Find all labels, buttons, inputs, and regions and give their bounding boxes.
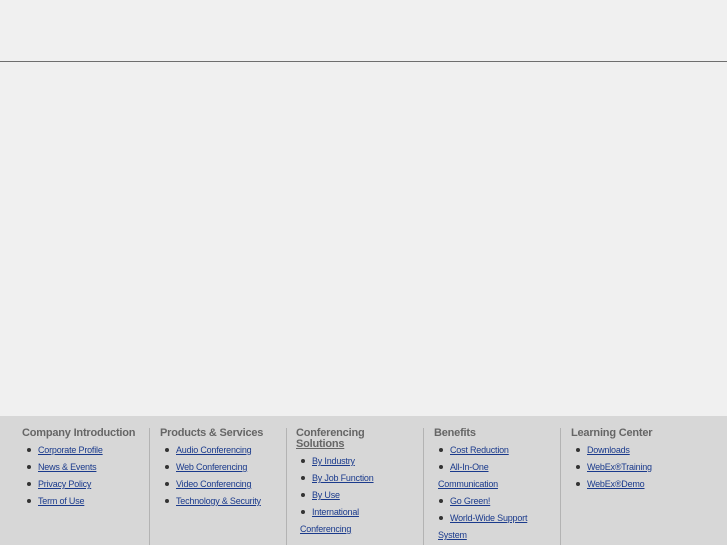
list-item: WebEx®Training [571, 459, 721, 476]
list-item: Term of Use [22, 493, 146, 510]
bullet-icon [27, 482, 31, 486]
footer-column-benefits: Benefits Cost Reduction All-In-One Commun… [423, 428, 560, 545]
link-by-job-function[interactable]: By Job Function [312, 473, 374, 483]
bullet-icon [165, 448, 169, 452]
footer-column-title: Company Introduction [22, 427, 136, 439]
list-item: Audio Conferencing [160, 442, 286, 459]
list-item: Go Green! [434, 493, 560, 510]
link-go-green[interactable]: Go Green! [450, 496, 490, 506]
link-term-of-use[interactable]: Term of Use [38, 496, 85, 506]
footer-column-company: Company Introduction Corporate Profile N… [22, 428, 146, 545]
footer-column-title: Conferencing Solutions [296, 428, 422, 450]
footer: Company Introduction Corporate Profile N… [0, 416, 727, 545]
bullet-icon [576, 465, 580, 469]
list-item: Cost Reduction [434, 442, 560, 459]
link-by-use[interactable]: By Use [312, 490, 340, 500]
bullet-icon [301, 476, 305, 480]
link-privacy-policy[interactable]: Privacy Policy [38, 479, 91, 489]
link-system[interactable]: System [438, 530, 467, 540]
list-item: Corporate Profile [22, 442, 146, 459]
list-item: All-In-One Communication [434, 459, 560, 493]
footer-link-list: Cost Reduction All-In-One Communication G… [434, 442, 560, 544]
bullet-icon [165, 465, 169, 469]
footer-column-title-line2[interactable]: Solutions [296, 438, 345, 450]
footer-column-learning: Learning Center Downloads WebEx®Training… [560, 428, 721, 545]
bullet-icon [439, 516, 443, 520]
list-item: International Conferencing [296, 504, 422, 538]
footer-column-title: Products & Services [160, 427, 264, 439]
list-item: By Industry [296, 453, 422, 470]
link-news-events[interactable]: News & Events [38, 462, 97, 472]
bullet-icon [27, 499, 31, 503]
link-communication[interactable]: Communication [438, 479, 498, 489]
link-international[interactable]: International [312, 507, 359, 517]
bullet-icon [576, 448, 580, 452]
link-webex-demo[interactable]: WebEx®Demo [587, 479, 645, 489]
bullet-icon [439, 465, 443, 469]
link-all-in-one[interactable]: All-In-One [450, 462, 489, 472]
list-item: Technology & Security [160, 493, 286, 510]
footer-column-title: Benefits [434, 427, 476, 439]
link-downloads[interactable]: Downloads [587, 445, 630, 455]
footer-link-list: Downloads WebEx®Training WebEx®Demo [571, 442, 721, 493]
bullet-icon [576, 482, 580, 486]
footer-link-list: Audio Conferencing Web Conferencing Vide… [160, 442, 286, 510]
bullet-icon [165, 499, 169, 503]
link-world-wide-support[interactable]: World-Wide Support [450, 513, 527, 523]
bullet-icon [165, 482, 169, 486]
link-technology-security[interactable]: Technology & Security [176, 496, 261, 506]
list-item: Privacy Policy [22, 476, 146, 493]
bullet-icon [27, 465, 31, 469]
link-conferencing[interactable]: Conferencing [300, 524, 351, 534]
link-corporate-profile[interactable]: Corporate Profile [38, 445, 103, 455]
bullet-icon [439, 499, 443, 503]
link-video-conferencing[interactable]: Video Conferencing [176, 479, 251, 489]
bullet-icon [27, 448, 31, 452]
bullet-icon [439, 448, 443, 452]
bullet-icon [301, 459, 305, 463]
link-web-conferencing[interactable]: Web Conferencing [176, 462, 247, 472]
link-webex-training[interactable]: WebEx®Training [587, 462, 652, 472]
link-cost-reduction[interactable]: Cost Reduction [450, 445, 509, 455]
footer-column-products: Products & Services Audio Conferencing W… [149, 428, 286, 545]
list-item: Web Conferencing [160, 459, 286, 476]
link-by-industry[interactable]: By Industry [312, 456, 355, 466]
footer-column-title: Learning Center [571, 427, 653, 439]
list-item: By Use [296, 487, 422, 504]
bullet-icon [301, 510, 305, 514]
footer-link-list: By Industry By Job Function By Use Inter… [296, 453, 422, 538]
list-item: Downloads [571, 442, 721, 459]
bullet-icon [301, 493, 305, 497]
link-audio-conferencing[interactable]: Audio Conferencing [176, 445, 252, 455]
list-item: Video Conferencing [160, 476, 286, 493]
header-bar [0, 0, 727, 62]
main-content-area [0, 62, 727, 416]
footer-column-solutions: Conferencing Solutions By Industry By Jo… [286, 428, 422, 545]
list-item: By Job Function [296, 470, 422, 487]
footer-link-list: Corporate Profile News & Events Privacy … [22, 442, 146, 510]
list-item: World-Wide Support System [434, 510, 560, 544]
list-item: WebEx®Demo [571, 476, 721, 493]
list-item: News & Events [22, 459, 146, 476]
